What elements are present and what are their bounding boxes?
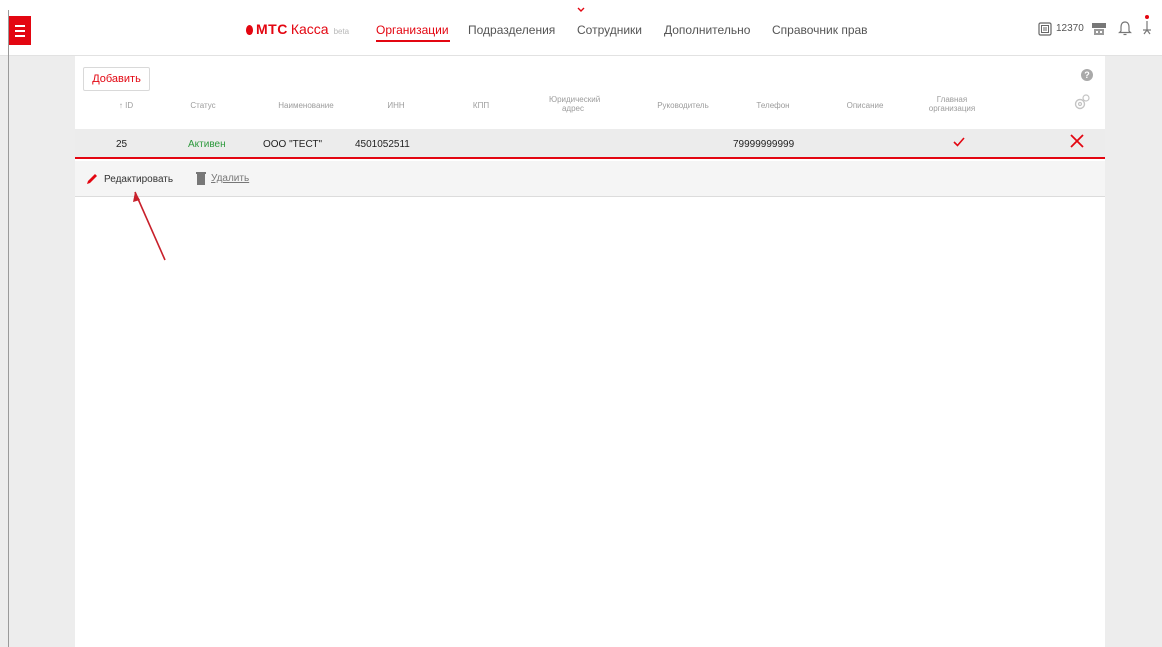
menu-icon-line	[15, 29, 25, 32]
column-header-director[interactable]: Руководитель	[643, 101, 723, 110]
menu-icon-line	[15, 34, 25, 37]
app-logo[interactable]: МТС Касса beta	[246, 21, 349, 37]
cell-name: ООО "ТЕСТ"	[263, 139, 322, 150]
nav-tab-departments[interactable]: Подразделения	[468, 23, 555, 37]
add-organization-button[interactable]: Добавить	[83, 67, 150, 91]
cell-status: Активен	[188, 139, 226, 150]
menu-icon-line	[15, 24, 25, 27]
mts-egg-logo-icon	[246, 25, 253, 35]
column-header-kpp[interactable]: КПП	[456, 101, 506, 110]
active-tab-underline	[376, 40, 450, 42]
trash-icon	[196, 172, 206, 185]
cell-id: 25	[116, 139, 128, 150]
logo-product: Касса	[290, 21, 329, 37]
column-header-id[interactable]: ↑ ID	[111, 101, 141, 110]
organizations-panel: Добавить ? ↑ ID Статус Наименование ИНН …	[75, 56, 1105, 647]
top-bar: МТС Касса beta Организации Подразделения…	[0, 0, 1162, 56]
nav-tab-organizations[interactable]: Организации	[376, 23, 449, 37]
table-row[interactable]: 25 Активен ООО "ТЕСТ" 4501052511 7999999…	[75, 129, 1105, 159]
bell-icon[interactable]	[1118, 20, 1132, 36]
logo-beta-badge: beta	[333, 27, 350, 36]
column-header-phone[interactable]: Телефон	[743, 101, 803, 110]
nav-tab-rights-directory[interactable]: Справочник прав	[772, 23, 868, 37]
column-header-name[interactable]: Наименование	[261, 101, 351, 110]
delete-x-icon[interactable]	[1068, 132, 1086, 150]
check-icon	[953, 137, 965, 147]
user-icon[interactable]	[1139, 14, 1155, 36]
row-actions-bar: Редактировать Удалить	[75, 161, 1105, 197]
help-icon[interactable]: ?	[1081, 69, 1093, 81]
logo-brand: МТС	[256, 21, 288, 37]
cash-register-icon[interactable]	[1091, 22, 1107, 36]
nav-tab-additional[interactable]: Дополнительно	[664, 23, 750, 37]
column-header-legal-address[interactable]: Юридический адрес	[549, 95, 600, 113]
column-header-description[interactable]: Описание	[835, 101, 895, 110]
settings-gear-icon[interactable]	[1073, 93, 1091, 111]
nav-tab-employees[interactable]: Сотрудники	[577, 23, 642, 37]
column-header-inn[interactable]: ИНН	[371, 101, 421, 110]
menu-button[interactable]	[9, 16, 31, 45]
column-header-status[interactable]: Статус	[178, 101, 228, 110]
pencil-icon	[87, 174, 97, 184]
left-divider	[8, 10, 9, 647]
column-header-main-organization[interactable]: Главная организация	[922, 95, 982, 113]
balance-value[interactable]: 12370	[1056, 23, 1084, 34]
annotation-arrow	[133, 191, 166, 261]
chevron-down-icon[interactable]	[577, 6, 585, 14]
delete-label: Удалить	[211, 173, 250, 184]
calculator-icon[interactable]	[1038, 22, 1052, 36]
cell-inn: 4501052511	[355, 139, 410, 150]
cell-phone: 79999999999	[733, 139, 795, 150]
delete-button[interactable]: Удалить	[196, 172, 249, 185]
